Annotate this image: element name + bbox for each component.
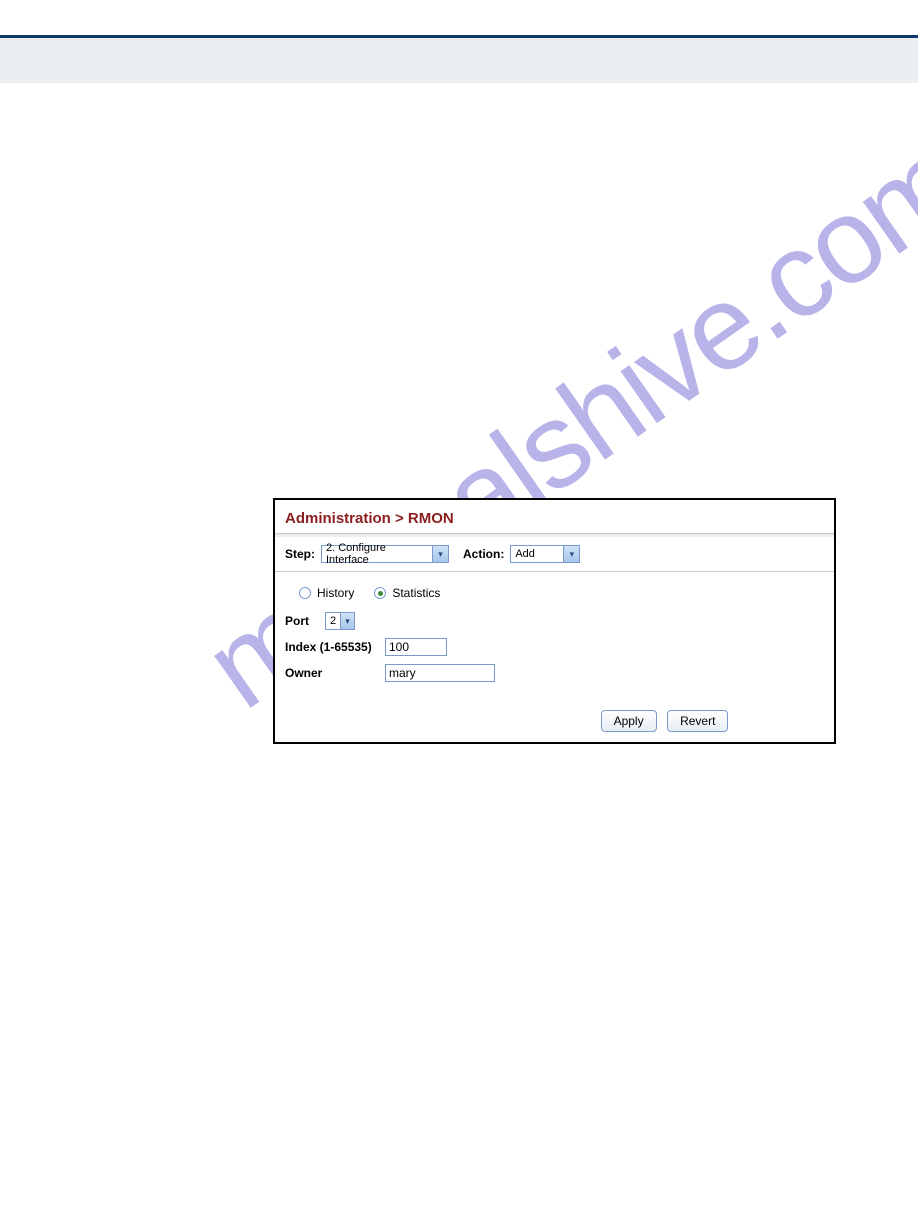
port-label: Port xyxy=(285,614,325,628)
owner-row: Owner xyxy=(285,664,824,682)
chevron-down-icon: ▾ xyxy=(563,546,579,562)
form-body: History Statistics Port 2 ▾ Index (1-655… xyxy=(275,572,834,704)
index-input[interactable] xyxy=(385,638,447,656)
revert-button[interactable]: Revert xyxy=(667,710,728,732)
index-row: Index (1-65535) xyxy=(285,638,824,656)
step-select[interactable]: 2. Configure Interface ▾ xyxy=(321,545,449,563)
button-row: Apply Revert xyxy=(275,704,834,742)
radio-icon xyxy=(374,587,386,599)
action-label: Action: xyxy=(463,547,504,561)
history-radio-label: History xyxy=(317,586,354,600)
history-radio-item[interactable]: History xyxy=(299,586,354,600)
statistics-radio-label: Statistics xyxy=(392,586,440,600)
step-label: Step: xyxy=(285,547,315,561)
apply-button[interactable]: Apply xyxy=(601,710,657,732)
step-select-value: 2. Configure Interface xyxy=(326,542,428,566)
action-select[interactable]: Add ▾ xyxy=(510,545,580,563)
header-band xyxy=(0,38,918,83)
step-row: Step: 2. Configure Interface ▾ Action: A… xyxy=(275,537,834,572)
owner-label: Owner xyxy=(285,666,385,680)
port-row: Port 2 ▾ xyxy=(285,612,824,630)
port-select[interactable]: 2 ▾ xyxy=(325,612,355,630)
chevron-down-icon: ▾ xyxy=(432,546,448,562)
rmon-panel: Administration > RMON Step: 2. Configure… xyxy=(273,498,836,744)
index-label: Index (1-65535) xyxy=(285,640,385,654)
statistics-radio-item[interactable]: Statistics xyxy=(374,586,440,600)
panel-title: Administration > RMON xyxy=(275,500,834,533)
chevron-down-icon: ▾ xyxy=(340,613,354,629)
radio-icon xyxy=(299,587,311,599)
mode-radio-group: History Statistics xyxy=(299,586,824,600)
port-select-value: 2 xyxy=(330,615,336,627)
owner-input[interactable] xyxy=(385,664,495,682)
action-select-value: Add xyxy=(515,548,559,560)
